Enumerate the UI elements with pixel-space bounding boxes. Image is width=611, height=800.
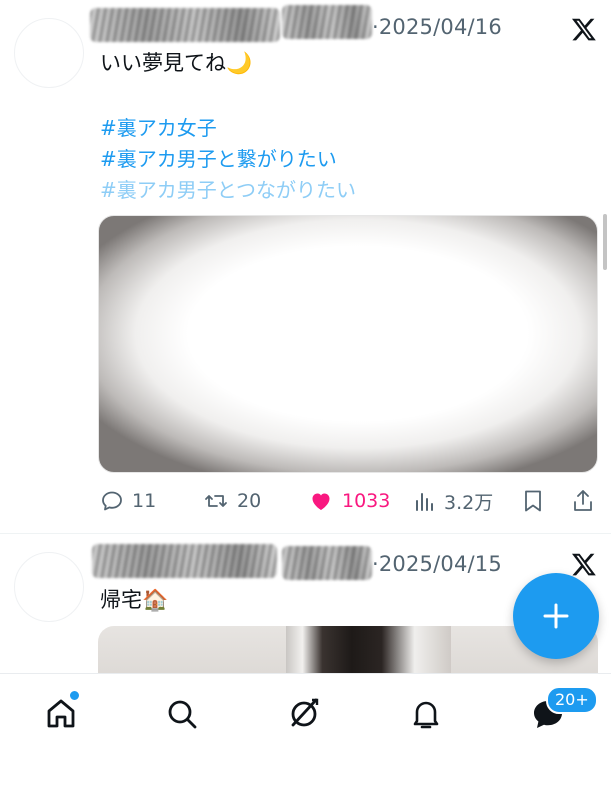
compose-button[interactable]	[513, 573, 599, 659]
bookmark-icon[interactable]	[522, 489, 544, 513]
reply-icon	[102, 491, 122, 511]
post-date: ·2025/04/15	[372, 552, 502, 576]
nav-grok[interactable]	[282, 692, 326, 736]
avatar[interactable]	[14, 552, 84, 622]
messages-badge: 20+	[546, 686, 598, 714]
bottom-nav: 20+	[0, 673, 611, 800]
repost-count: 20	[237, 490, 262, 512]
reply-button[interactable]: 11	[100, 484, 156, 518]
share-icon[interactable]	[571, 488, 595, 514]
notifications-icon	[413, 701, 439, 729]
hashtag-3[interactable]: #裏アカ男子とつながりたい	[100, 174, 356, 203]
view-count: 3.2万	[444, 491, 494, 514]
scrollbar[interactable]	[603, 214, 607, 270]
search-icon	[168, 700, 197, 729]
blurred-username	[90, 8, 280, 42]
like-button[interactable]: 1033	[308, 484, 390, 518]
home-icon	[47, 699, 75, 728]
blurred-handle	[282, 5, 372, 39]
post-date: ·2025/04/16	[372, 15, 502, 39]
post-actions: 11 20 1033 3.2万	[0, 484, 611, 518]
nav-notifications[interactable]	[404, 692, 448, 736]
plus-icon	[543, 603, 569, 629]
heart-filled-icon	[312, 493, 330, 510]
like-count: 1033	[342, 490, 391, 512]
blurred-username	[92, 544, 277, 578]
analytics-icon	[416, 493, 433, 511]
post-text: いい夢見てね🌙	[100, 51, 253, 75]
x-logo-icon[interactable]	[571, 16, 597, 42]
blurred-handle	[282, 546, 372, 580]
post-1[interactable]: ·2025/04/16 いい夢見てね🌙 #裏アカ女子 #裏アカ男子と繋がりたい …	[0, 0, 611, 533]
reply-count: 11	[132, 490, 157, 512]
hashtag-1[interactable]: #裏アカ女子	[100, 112, 217, 141]
post-image[interactable]	[98, 215, 598, 473]
home-notification-dot	[68, 689, 81, 702]
hashtag-2[interactable]: #裏アカ男子と繋がりたい	[100, 143, 337, 172]
repost-button[interactable]: 20	[203, 484, 261, 518]
nav-search[interactable]	[160, 692, 204, 736]
repost-icon	[205, 495, 227, 507]
views-button[interactable]: 3.2万	[414, 484, 493, 518]
grok-icon	[291, 698, 319, 727]
avatar[interactable]	[14, 18, 84, 88]
x-logo-icon[interactable]	[571, 551, 597, 577]
post-text: 帰宅🏠	[100, 588, 169, 612]
